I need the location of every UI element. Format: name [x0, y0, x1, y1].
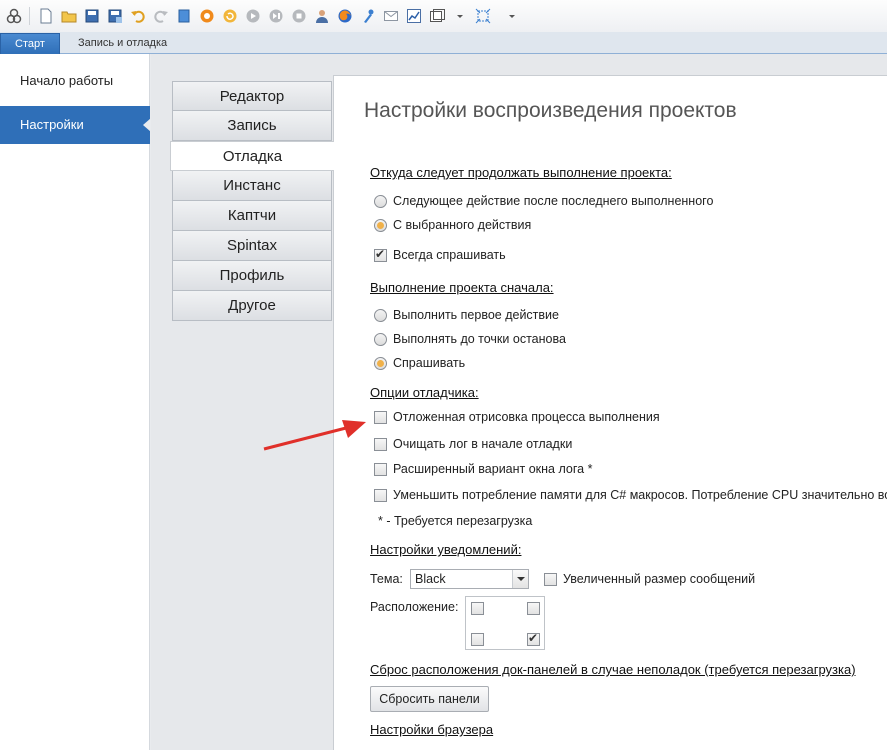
- checkbox[interactable]: [374, 462, 387, 476]
- tab-debug[interactable]: Отладка: [170, 141, 334, 171]
- stop-icon[interactable]: [287, 5, 310, 27]
- radio-button[interactable]: [374, 356, 387, 370]
- checkbox-label: Отложенная отрисовка процесса выполнения: [393, 410, 660, 424]
- chevron-down-icon[interactable]: [512, 570, 528, 588]
- reset-panels-button[interactable]: Сбросить панели: [370, 686, 489, 712]
- checkbox[interactable]: [374, 247, 387, 262]
- firefox-icon[interactable]: [333, 5, 356, 27]
- checkbox-label: Уменьшить потребление памяти для C# макр…: [393, 488, 887, 502]
- checkbox-extended-log[interactable]: Расширенный вариант окна лога *: [374, 461, 592, 477]
- continue-from-heading: Откуда следует продолжать выполнение про…: [370, 165, 672, 180]
- user-icon[interactable]: [310, 5, 333, 27]
- radio-button[interactable]: [374, 194, 387, 208]
- left-nav: Начало работы Настройки: [0, 54, 151, 750]
- position-bottom-left[interactable]: [471, 633, 484, 646]
- new-file-icon[interactable]: [34, 5, 57, 27]
- tab-editor[interactable]: Редактор: [172, 81, 332, 111]
- tab-other[interactable]: Другое: [172, 291, 332, 321]
- open-folder-icon[interactable]: [57, 5, 80, 27]
- refresh-icon[interactable]: [218, 5, 241, 27]
- redo-icon[interactable]: [149, 5, 172, 27]
- notifications-heading: Настройки уведомлений:: [370, 542, 522, 557]
- ribbon-tab-bar: Старт Запись и отладка: [0, 32, 887, 54]
- radio-next-action[interactable]: Следующее действие после последнего выпо…: [374, 193, 713, 209]
- theme-select[interactable]: Black: [410, 569, 529, 589]
- radio-ask[interactable]: Спрашивать: [374, 355, 465, 371]
- mail-icon[interactable]: [379, 5, 402, 27]
- position-picker: [465, 596, 545, 650]
- nav-item-settings[interactable]: Настройки: [0, 106, 151, 144]
- radio-selected-action[interactable]: С выбранного действия: [374, 217, 531, 233]
- tab-captcha[interactable]: Каптчи: [172, 201, 332, 231]
- window-icon[interactable]: [425, 5, 448, 27]
- radio-button[interactable]: [374, 332, 387, 346]
- restart-note: * - Требуется перезагрузка: [378, 514, 533, 528]
- radio-run-first-action[interactable]: Выполнить первое действие: [374, 307, 559, 323]
- tab-record[interactable]: Запись: [172, 111, 332, 141]
- checkbox-bigger-messages[interactable]: Увеличенный размер сообщений: [544, 571, 755, 587]
- nav-item-getting-started[interactable]: Начало работы: [0, 62, 150, 100]
- checkbox-label: Всегда спрашивать: [393, 248, 506, 262]
- settings-panel: Настройки воспроизведения проектов Откуд…: [333, 75, 887, 750]
- tab-profile[interactable]: Профиль: [172, 261, 332, 291]
- checkbox-label: Увеличенный размер сообщений: [563, 572, 756, 586]
- checkbox-deferred-rendering[interactable]: Отложенная отрисовка процесса выполнения: [374, 409, 660, 425]
- theme-label: Тема:: [370, 572, 403, 586]
- chart-icon[interactable]: [402, 5, 425, 27]
- radio-label: Следующее действие после последнего выпо…: [393, 194, 714, 208]
- browser-settings-heading: Настройки браузера: [370, 722, 494, 737]
- toolbar-separator: [29, 7, 30, 25]
- undo-icon[interactable]: [126, 5, 149, 27]
- chevron-down-icon[interactable]: [448, 5, 471, 27]
- radio-label: С выбранного действия: [393, 218, 532, 232]
- nav-item-settings-label: Настройки: [20, 117, 84, 132]
- checkbox-clear-log[interactable]: Очищать лог в начале отладки: [374, 436, 572, 452]
- record-icon[interactable]: [195, 5, 218, 27]
- customize-toolbar-icon[interactable]: [500, 5, 523, 27]
- position-top-right[interactable]: [527, 602, 540, 615]
- radio-run-to-breakpoint[interactable]: Выполнять до точки останова: [374, 331, 566, 347]
- position-label: Расположение:: [370, 600, 459, 614]
- checkbox-label: Очищать лог в начале отладки: [393, 437, 573, 451]
- run-from-start-heading: Выполнение проекта сначала:: [370, 280, 554, 295]
- app-logo-icon[interactable]: [2, 5, 25, 27]
- checkbox-reduce-memory[interactable]: Уменьшить потребление памяти для C# макр…: [374, 487, 887, 503]
- play-icon[interactable]: [241, 5, 264, 27]
- radio-label: Спрашивать: [393, 356, 466, 370]
- checkbox[interactable]: [374, 437, 387, 451]
- checkbox-always-ask[interactable]: Всегда спрашивать: [374, 247, 506, 263]
- checkbox-label: Расширенный вариант окна лога *: [393, 462, 593, 476]
- save-as-icon[interactable]: [103, 5, 126, 27]
- page-title: Настройки воспроизведения проектов: [364, 99, 737, 122]
- annotation-arrow-icon: [263, 420, 366, 451]
- tools-icon[interactable]: [356, 5, 379, 27]
- save-icon[interactable]: [80, 5, 103, 27]
- expand-icon[interactable]: [471, 5, 494, 27]
- radio-button[interactable]: [374, 218, 387, 232]
- page-icon[interactable]: [172, 5, 195, 27]
- checkbox[interactable]: [374, 410, 387, 424]
- tab-spintax[interactable]: Spintax: [172, 231, 332, 261]
- debugger-options-heading: Опции отладчика:: [370, 385, 479, 400]
- position-top-left[interactable]: [471, 602, 484, 615]
- radio-label: Выполнять до точки останова: [393, 332, 566, 346]
- position-bottom-right[interactable]: [527, 631, 540, 646]
- tab-record-debug[interactable]: Запись и отладка: [64, 33, 181, 54]
- step-icon[interactable]: [264, 5, 287, 27]
- checkbox[interactable]: [544, 572, 557, 586]
- radio-label: Выполнить первое действие: [393, 308, 559, 322]
- checkbox[interactable]: [374, 488, 387, 502]
- tab-start[interactable]: Старт: [0, 33, 60, 54]
- theme-select-value: Black: [415, 572, 446, 586]
- toolbar: [0, 0, 887, 32]
- tab-instance[interactable]: Инстанс: [172, 171, 332, 201]
- radio-button[interactable]: [374, 308, 387, 322]
- reset-panels-heading: Сброс расположения док-панелей в случае …: [370, 662, 856, 677]
- selection-pointer: [143, 118, 151, 132]
